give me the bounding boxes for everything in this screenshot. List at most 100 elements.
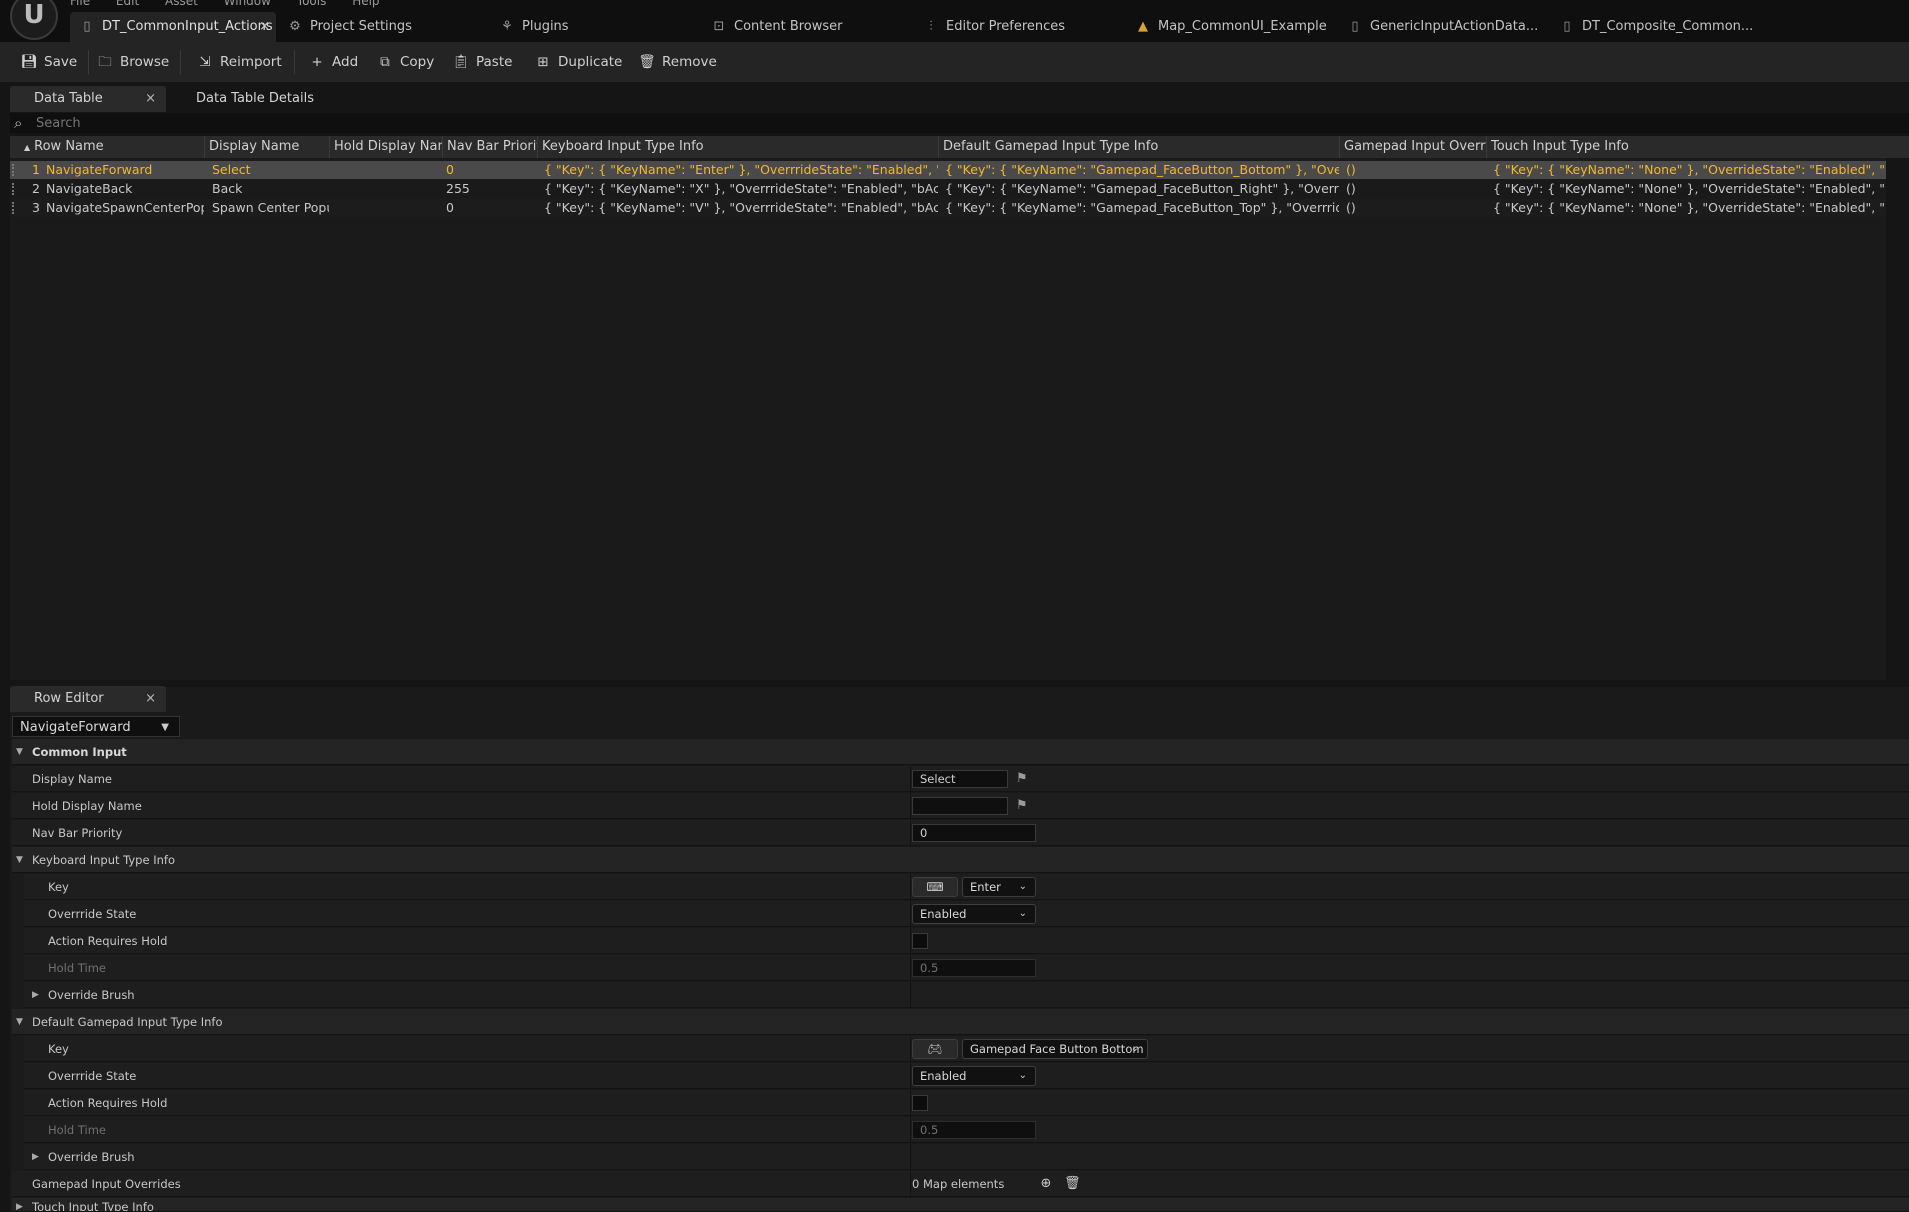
tab-dt-composite-common[interactable]: ▯ DT_Composite_Common... [1560, 12, 1753, 42]
chevron-down-icon: ⌄ [1130, 1043, 1139, 1054]
column-header-hold-display-name[interactable]: Hold Display Name [329, 136, 442, 158]
map-elements-count: 0 Map elements [912, 1177, 1005, 1191]
category-default-gamepad-input[interactable]: ▼ Default Gamepad Input Type Info [12, 1009, 1909, 1035]
property-keyboard-override-brush[interactable]: ▶ Override Brush [12, 982, 1909, 1008]
close-icon[interactable]: × [145, 86, 156, 112]
collapse-arrow-icon[interactable]: ▼ [16, 739, 23, 765]
browse-button[interactable]: 🗀︎ Browse [96, 42, 169, 82]
keyboard-icon[interactable]: ⌨ [912, 877, 958, 897]
copy-button[interactable]: ⧉ Copy [376, 42, 434, 82]
paste-button[interactable]: 📋︎ Paste [452, 42, 512, 82]
nav-bar-priority-field[interactable]: 0 [912, 824, 1036, 842]
cell-gamepad-overrides: () [1346, 181, 1356, 196]
localization-flag-icon[interactable]: ⚑ [1016, 799, 1030, 813]
property-nav-bar-priority: Nav Bar Priority 0 [12, 820, 1909, 846]
category-keyboard-input[interactable]: ▼ Keyboard Input Type Info [12, 847, 1909, 873]
column-header-display-name[interactable]: Display Name [204, 136, 329, 158]
menu-help[interactable]: Help [352, 0, 379, 8]
tab-plugins[interactable]: ⚘ Plugins [500, 12, 568, 42]
remove-button[interactable]: 🗑︎ Remove [638, 42, 716, 82]
data-table-grid [10, 136, 1886, 680]
property-keyboard-override-state: Overrride State Enabled ⌄ [12, 901, 1909, 927]
gamepad-action-requires-hold-checkbox[interactable] [912, 1095, 928, 1111]
expand-arrow-icon[interactable]: ▶ [16, 1198, 23, 1211]
trash-icon[interactable]: 🗑︎ [1064, 1176, 1081, 1192]
cell-nav-bar-priority: 0 [446, 200, 454, 215]
save-button[interactable]: 💾︎ Save [20, 42, 77, 82]
cell-hold-display-name [329, 180, 442, 198]
menu-edit[interactable]: Edit [116, 0, 139, 8]
cell-nav-bar-priority: 0 [446, 162, 454, 177]
cell-row-name: NavigateBack [46, 181, 133, 196]
search-icon: ⌕ [14, 114, 23, 132]
gamepad-key-dropdown[interactable]: Gamepad Face Button Bottom ⌄ [962, 1039, 1148, 1059]
close-icon[interactable]: × [145, 686, 156, 712]
table-row[interactable]: 2 NavigateBack Back 255 { "Key": { "KeyN… [10, 180, 1886, 198]
main-menu: File Edit Asset Window Tools Help [70, 0, 402, 8]
sort-ascending-icon: ▲ [24, 143, 31, 152]
cell-touch-input: { "Key": { "KeyName": "None" }, "Overrid… [1493, 200, 1886, 215]
table-vertical-scrollbar[interactable] [1886, 158, 1909, 680]
cell-gamepad-input: { "Key": { "KeyName": "Gamepad_FaceButto… [945, 200, 1339, 215]
add-button[interactable]: + Add [308, 42, 358, 82]
tab-data-table-details[interactable]: Data Table Details [196, 86, 314, 112]
cell-keyboard-input: { "Key": { "KeyName": "X" }, "OverrrideS… [544, 181, 938, 196]
tab-content-browser[interactable]: ⊡ Content Browser [712, 12, 843, 42]
menu-window[interactable]: Window [224, 0, 271, 8]
table-row[interactable]: 3 NavigateSpawnCenterPopup Spawn Center … [10, 199, 1886, 217]
column-header-default-gamepad-input[interactable]: Default Gamepad Input Type Info [938, 136, 1339, 158]
expand-arrow-icon[interactable]: ▶ [32, 982, 39, 1008]
expand-arrow-icon[interactable]: ▶ [32, 1144, 39, 1170]
column-header-nav-bar-priority[interactable]: Nav Bar Priority [442, 136, 537, 158]
menu-tools[interactable]: Tools [297, 0, 327, 8]
collapse-arrow-icon[interactable]: ▼ [16, 1009, 23, 1035]
toolbar-divider [180, 50, 181, 74]
add-element-icon[interactable]: ⊕ [1038, 1176, 1054, 1192]
column-header-row-name[interactable]: ▲ Row Name [10, 136, 204, 158]
table-row[interactable]: 1 NavigateForward Select 0 { "Key": { "K… [10, 161, 1886, 179]
category-touch-input[interactable]: ▶ Touch Input Type Info [12, 1198, 1909, 1212]
tab-project-settings[interactable]: ⚙ Project Settings [288, 12, 412, 42]
keyboard-override-state-dropdown[interactable]: Enabled ⌄ [912, 904, 1036, 924]
plus-icon: + [311, 54, 323, 70]
cell-row-name: NavigateSpawnCenterPopup [46, 200, 204, 215]
gamepad-override-state-dropdown[interactable]: Enabled ⌄ [912, 1066, 1036, 1086]
property-keyboard-key: Key ⌨ Enter ⌄ [12, 874, 1909, 900]
drag-handle-icon[interactable] [12, 202, 18, 214]
row-selector-dropdown[interactable]: NavigateForward ▼ [12, 716, 180, 737]
chevron-down-icon: ▼ [161, 722, 169, 733]
collapse-arrow-icon[interactable]: ▼ [16, 847, 23, 873]
sliders-icon: ⫶ [929, 19, 933, 34]
toolbar [0, 42, 1909, 82]
category-common-input[interactable]: ▼ Common Input [12, 739, 1909, 765]
menu-file[interactable]: File [70, 0, 90, 8]
property-gamepad-key: Key 🎮︎ Gamepad Face Button Bottom ⌄ [12, 1036, 1909, 1062]
duplicate-icon: ⊞ [537, 54, 549, 70]
tab-genericinputactiondata[interactable]: ▯ GenericInputActionData... [1348, 12, 1538, 42]
tab-close-icon[interactable]: × [259, 12, 270, 42]
gamepad-icon[interactable]: 🎮︎ [912, 1039, 958, 1059]
drag-handle-icon[interactable] [12, 183, 18, 195]
drag-handle-icon[interactable] [12, 164, 18, 176]
column-header-keyboard-input[interactable]: Keyboard Input Type Info [537, 136, 938, 158]
duplicate-button[interactable]: ⊞ Duplicate [534, 42, 622, 82]
column-header-touch-input[interactable]: Touch Input Type Info [1486, 136, 1909, 158]
hold-display-name-field[interactable] [912, 797, 1008, 815]
cell-hold-display-name [329, 199, 442, 217]
gamepad-hold-time-field: 0.5 [912, 1121, 1036, 1139]
tab-data-table[interactable]: Data Table × [10, 86, 166, 112]
reimport-button[interactable]: ⇲ Reimport [196, 42, 281, 82]
tab-dt-commoninput-actions[interactable]: ▯ DT_CommonInput_Actions × [70, 12, 276, 42]
column-header-gamepad-input-overrides[interactable]: Gamepad Input Overrides [1339, 136, 1486, 158]
keyboard-action-requires-hold-checkbox[interactable] [912, 933, 928, 949]
tab-map-commonui-example[interactable]: ▲ Map_CommonUI_Example [1136, 12, 1327, 42]
keyboard-key-dropdown[interactable]: Enter ⌄ [962, 877, 1036, 897]
tab-editor-preferences[interactable]: ⫶ Editor Preferences [924, 12, 1065, 42]
tab-row-editor[interactable]: Row Editor × [10, 686, 166, 712]
search-input[interactable] [36, 114, 636, 132]
property-gamepad-override-brush[interactable]: ▶ Override Brush [12, 1144, 1909, 1170]
localization-flag-icon[interactable]: ⚑ [1016, 772, 1030, 786]
menu-asset[interactable]: Asset [165, 0, 198, 8]
property-gamepad-hold-time: Hold Time 0.5 [12, 1117, 1909, 1143]
display-name-field[interactable]: Select [912, 770, 1008, 788]
